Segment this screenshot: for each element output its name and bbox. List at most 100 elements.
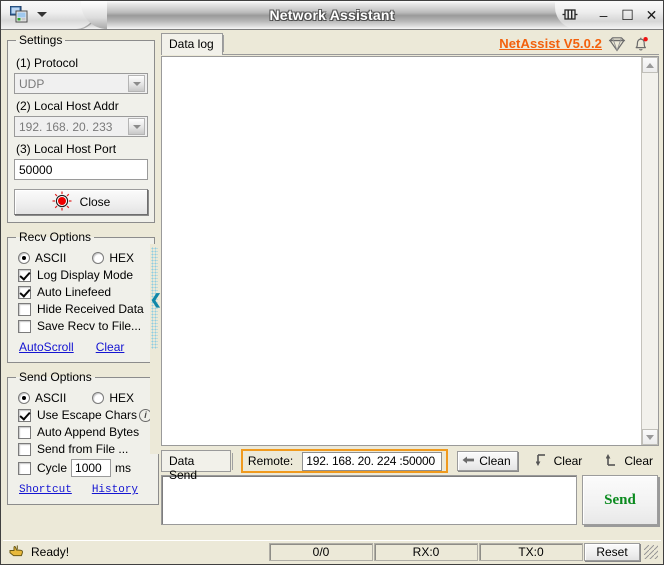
scroll-down-arrow[interactable]: [642, 429, 658, 445]
recv-hide-received-data-row[interactable]: Hide Received Data: [18, 302, 148, 316]
send-from-file-label: Send from File ...: [37, 442, 128, 456]
send-tab-separator: [232, 453, 233, 470]
arrow-left-icon: [462, 454, 475, 469]
tab-data-log[interactable]: Data log: [161, 33, 223, 55]
send-use-escape-chars-label: Use Escape Chars: [37, 408, 137, 422]
recv-log-display-mode-row[interactable]: Log Display Mode: [18, 268, 148, 282]
clear-send-button[interactable]: Clear: [602, 451, 659, 471]
recv-ascii-radio[interactable]: [18, 252, 30, 264]
maximize-button[interactable]: ☐: [620, 7, 635, 23]
recv-clear-link[interactable]: Clear: [96, 340, 125, 354]
remote-label: Remote:: [248, 454, 293, 468]
send-data-input[interactable]: [161, 475, 577, 525]
send-auto-append-bytes-row[interactable]: Auto Append Bytes: [18, 425, 152, 439]
left-panel: Settings (1) Protocol UDP (2) Local Host…: [7, 33, 155, 505]
settings-legend: Settings: [16, 33, 65, 47]
recv-save-to-file-checkbox[interactable]: [18, 320, 31, 333]
settings-group: Settings (1) Protocol UDP (2) Local Host…: [7, 33, 155, 223]
netassist-brand-link[interactable]: NetAssist V5.0.2: [499, 36, 602, 51]
clean-button[interactable]: Clean: [457, 451, 517, 471]
remote-address-select[interactable]: 192. 168. 20. 224 :50000: [302, 452, 442, 471]
shortcut-link[interactable]: Shortcut: [19, 484, 72, 496]
data-log-text[interactable]: [162, 57, 641, 445]
local-host-port-value: 50000: [19, 163, 52, 177]
recv-save-to-file-label: Save Recv to File...: [37, 319, 141, 333]
main-panel: Data log NetAssist V5.0.2: [161, 33, 659, 525]
status-rx-cell: RX:0: [374, 543, 478, 561]
local-host-addr-select[interactable]: 192. 168. 20. 233: [14, 116, 148, 137]
recv-auto-linefeed-row[interactable]: Auto Linefeed: [18, 285, 148, 299]
clear-send-label: Clear: [624, 454, 653, 468]
recv-log-display-mode-checkbox[interactable]: [18, 269, 31, 282]
gem-icon[interactable]: [608, 35, 626, 53]
send-tool-bar: Data Send Remote: 192. 168. 20. 224 :500…: [161, 449, 659, 473]
send-use-escape-chars-row[interactable]: Use Escape Chars i: [18, 408, 152, 422]
status-ready-group: Ready!: [3, 543, 269, 560]
recv-options-legend: Recv Options: [16, 230, 94, 244]
local-host-addr-label: (2) Local Host Addr: [16, 99, 148, 113]
bell-notification-icon[interactable]: [632, 35, 650, 53]
recv-mode-row: ASCII HEX: [18, 251, 148, 265]
send-mode-row: ASCII HEX: [18, 391, 152, 405]
application-window: Network Assistant – ☐ ✕ Settings (1) Pro…: [0, 0, 664, 565]
local-host-port-input[interactable]: 50000: [14, 159, 148, 180]
log-tab-strip: Data log NetAssist V5.0.2: [161, 33, 659, 55]
recv-ascii-label: ASCII: [35, 251, 66, 265]
send-from-file-checkbox[interactable]: [18, 443, 31, 456]
cycle-interval-value: 1000: [75, 461, 102, 475]
resize-grip[interactable]: [644, 545, 658, 559]
tab-data-send[interactable]: Data Send: [161, 450, 231, 472]
autoscroll-link[interactable]: AutoScroll: [19, 340, 74, 354]
send-input-row: Send: [161, 475, 659, 525]
recv-log-display-mode-label: Log Display Mode: [37, 268, 133, 282]
minimize-button[interactable]: –: [596, 7, 611, 23]
local-host-addr-value: 192. 168. 20. 233: [19, 120, 128, 134]
send-cycle-checkbox[interactable]: [18, 462, 31, 475]
arrow-curve-down-icon: [536, 453, 550, 470]
reset-button[interactable]: Reset: [584, 543, 640, 561]
clear-recv-button[interactable]: Clear: [532, 451, 589, 471]
panel-splitter[interactable]: ❮: [150, 244, 159, 454]
close-connection-button[interactable]: Close: [14, 189, 148, 215]
close-button-label: Close: [80, 195, 111, 209]
send-hex-radio[interactable]: [92, 392, 104, 404]
send-use-escape-chars-checkbox[interactable]: [18, 409, 31, 422]
recv-save-to-file-row[interactable]: Save Recv to File...: [18, 319, 148, 333]
remote-address-value: 192. 168. 20. 224 :50000: [306, 454, 441, 468]
remote-address-group: Remote: 192. 168. 20. 224 :50000: [241, 449, 448, 473]
history-link[interactable]: History: [92, 484, 138, 496]
send-auto-append-bytes-label: Auto Append Bytes: [37, 425, 139, 439]
recv-auto-linefeed-checkbox[interactable]: [18, 286, 31, 299]
send-auto-append-bytes-checkbox[interactable]: [18, 426, 31, 439]
send-cycle-label: Cycle: [37, 461, 67, 475]
chevron-down-icon[interactable]: [128, 75, 145, 92]
scroll-up-arrow[interactable]: [642, 57, 658, 73]
recv-hide-received-data-checkbox[interactable]: [18, 303, 31, 316]
chevron-left-icon[interactable]: ❮: [150, 292, 162, 306]
tab-separator: [223, 35, 224, 52]
cycle-interval-input[interactable]: 1000: [71, 459, 111, 477]
send-button[interactable]: Send: [582, 475, 658, 525]
recv-auto-linefeed-label: Auto Linefeed: [37, 285, 111, 299]
window-controls: – ☐ ✕: [596, 5, 659, 25]
protocol-label: (1) Protocol: [16, 56, 148, 70]
data-log-scrollbar[interactable]: [641, 57, 658, 445]
recv-links-row: AutoScroll Clear: [19, 340, 148, 354]
chevron-down-icon[interactable]: [128, 118, 145, 135]
send-hex-label: HEX: [109, 391, 134, 405]
local-host-port-label: (3) Local Host Port: [16, 142, 148, 156]
send-from-file-row[interactable]: Send from File ...: [18, 442, 152, 456]
status-ready-text: Ready!: [31, 545, 69, 559]
status-counter-cell: 0/0: [269, 543, 373, 561]
send-cycle-row[interactable]: Cycle 1000 ms: [18, 459, 152, 477]
red-led-icon: [52, 191, 72, 214]
pin-icon[interactable]: [561, 6, 579, 24]
protocol-select[interactable]: UDP: [14, 73, 148, 94]
clear-recv-label: Clear: [554, 454, 583, 468]
recv-hide-received-data-label: Hide Received Data: [37, 302, 144, 316]
hand-pointer-icon: [9, 543, 25, 560]
send-ascii-radio[interactable]: [18, 392, 30, 404]
recv-hex-radio[interactable]: [92, 252, 104, 264]
status-bar: Ready! 0/0 RX:0 TX:0 Reset: [3, 540, 661, 562]
close-window-button[interactable]: ✕: [644, 7, 659, 23]
